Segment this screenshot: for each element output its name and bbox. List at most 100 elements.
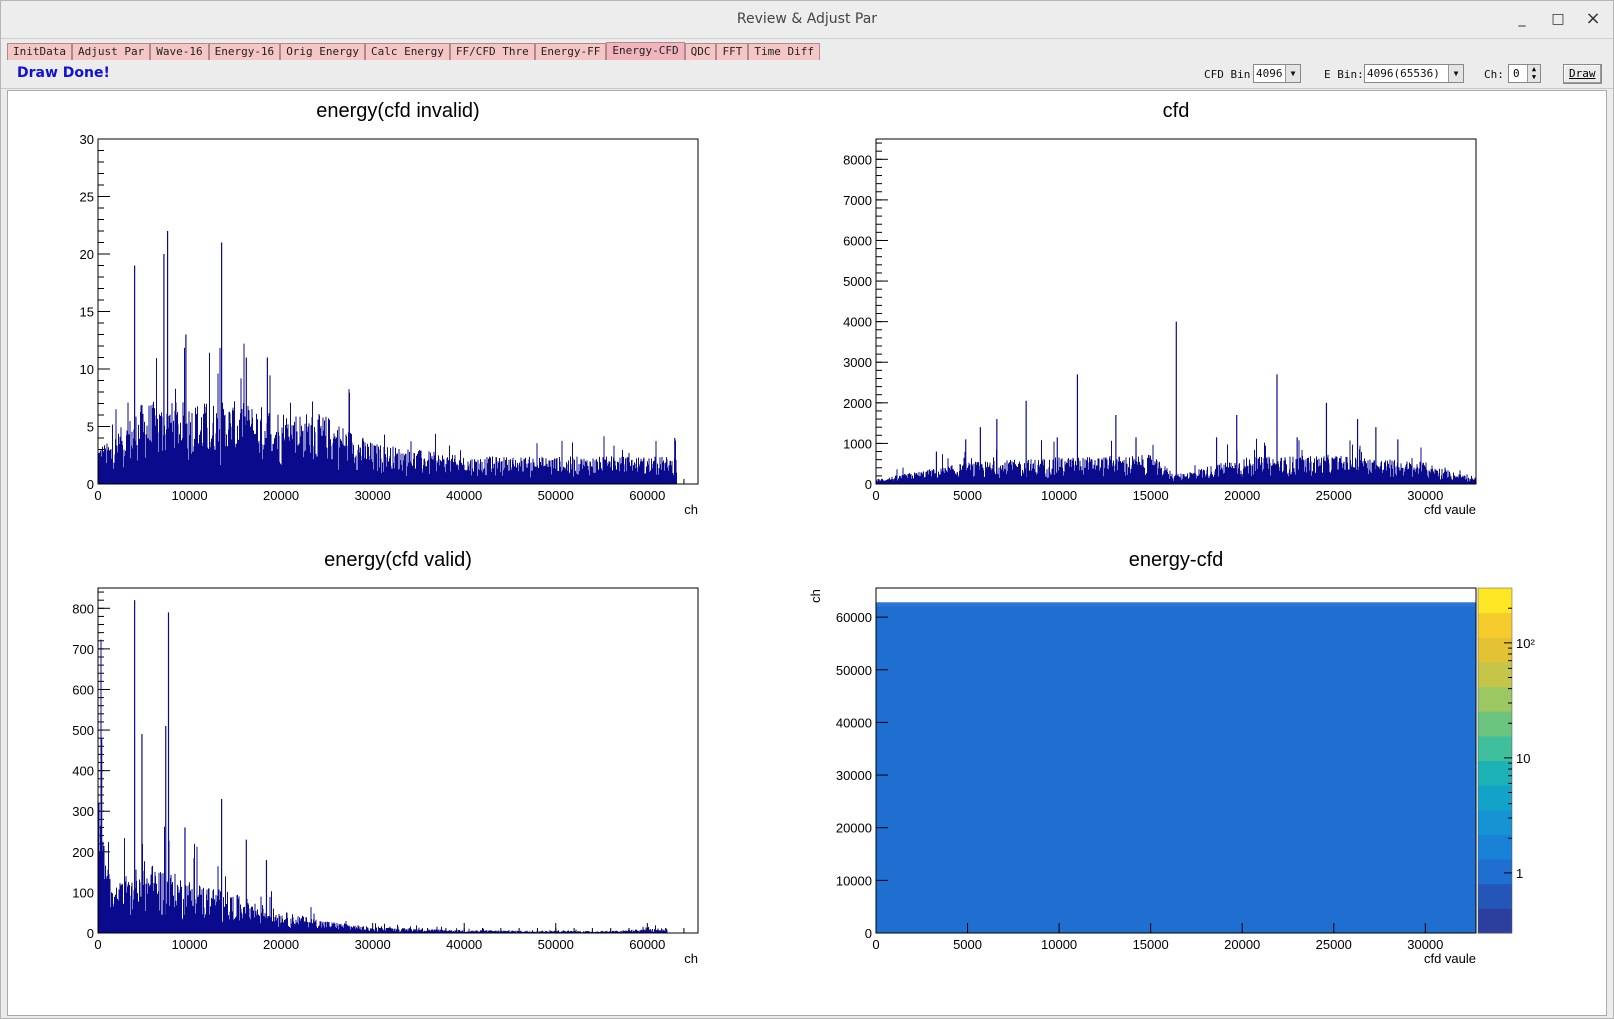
chart-title: energy(cfd valid) — [324, 549, 472, 571]
y-tick-label: 40000 — [836, 715, 872, 730]
x-tick-label: 30000 — [355, 488, 391, 503]
y-tick-label: 0 — [87, 477, 94, 492]
plot-frame — [97, 587, 699, 934]
colorbar-segment — [1478, 859, 1512, 885]
tab-wave-16[interactable]: Wave-16 — [150, 43, 209, 60]
minimize-icon[interactable]: _ — [1512, 9, 1532, 29]
heatmap-top-strip — [876, 602, 1476, 607]
ch-spinner[interactable]: 0 ▲ ▼ — [1508, 64, 1541, 83]
x-tick-label: 15000 — [1133, 937, 1169, 952]
spinner-arrows-icon[interactable]: ▲ ▼ — [1527, 65, 1540, 82]
plot-canvas[interactable]: energy(cfd invalid) 0 10000 20000 30000 40000… — [7, 90, 1607, 1016]
y-tick-label: 1000 — [843, 436, 872, 451]
x-tick-label: 5000 — [953, 937, 982, 952]
x-tick-label: 10000 — [1041, 488, 1077, 503]
colorbar-segment — [1478, 711, 1512, 737]
e-bin-select[interactable]: 4096(65536) ▼ — [1364, 64, 1464, 83]
x-tick-label: 30000 — [355, 937, 391, 952]
title-bar: Review & Adjust Par _ □ × — [1, 1, 1613, 39]
x-axis-label: ch — [684, 502, 698, 517]
chevron-down-icon[interactable]: ▼ — [1285, 65, 1300, 82]
y-axis-label: ch — [808, 589, 823, 603]
cfd-bin-select[interactable]: 4096 ▼ — [1253, 64, 1301, 83]
y-tick-label: 500 — [72, 723, 94, 738]
maximize-icon[interactable]: □ — [1548, 9, 1568, 29]
review-adjust-window: Review & Adjust Par _ □ × InitData Adjust… — [0, 0, 1614, 1019]
y-tick-label: 7000 — [843, 193, 872, 208]
x-axis-label: ch — [684, 951, 698, 966]
x-tick-label: 25000 — [1316, 488, 1352, 503]
y-tick-label: 30 — [80, 132, 94, 147]
tab-initdata[interactable]: InitData — [7, 43, 72, 60]
x-tick-label: 30000 — [1407, 937, 1443, 952]
chevron-down-icon[interactable]: ▼ — [1448, 65, 1463, 82]
x-tick-label: 10000 — [1041, 937, 1077, 952]
tab-orig-energy[interactable]: Orig Energy — [280, 43, 366, 60]
plot-frame — [97, 138, 699, 485]
y-tick-label: 3000 — [843, 355, 872, 370]
tab-ff-cfd-thre[interactable]: FF/CFD Thre — [449, 43, 535, 60]
e-bin-value: 4096(65536) — [1367, 67, 1440, 80]
toolbar: Draw Done! CFD Bin: 4096 ▼ E Bin: 4096(6… — [1, 61, 1613, 89]
y-tick-label: 60000 — [836, 610, 872, 625]
x-tick-label: 60000 — [629, 488, 665, 503]
histogram-body — [97, 343, 677, 484]
heatmap-dense-region — [876, 801, 1476, 933]
x-axis-label: cfd vaule — [1424, 502, 1476, 517]
colorbar-segment — [1478, 612, 1512, 638]
x-tick-label: 25000 — [1316, 937, 1352, 952]
histogram-2: energy(cfd valid) 0 10000 20000 30000 40000 50… — [72, 549, 699, 966]
y-tick-label: 6000 — [843, 233, 872, 248]
tab-energy-cfd[interactable]: Energy-CFD — [606, 42, 685, 60]
z-tick-label: 10² — [1516, 636, 1535, 651]
chart-title: energy-cfd — [1129, 549, 1224, 571]
tab-energy-ff[interactable]: Energy-FF — [534, 43, 607, 60]
window-title: Review & Adjust Par — [736, 11, 878, 27]
y-tick-label: 200 — [72, 845, 94, 860]
y-tick-label: 100 — [72, 885, 94, 900]
colorbar-segment — [1478, 588, 1512, 614]
x-tick-label: 20000 — [1224, 937, 1260, 952]
y-tick-label: 20000 — [836, 821, 872, 836]
ch-value: 0 — [1513, 67, 1520, 80]
x-tick-label: 50000 — [538, 937, 574, 952]
colorbar-segment — [1478, 834, 1512, 860]
x-tick-label: 20000 — [1224, 488, 1260, 503]
x-tick-label: 15000 — [1133, 488, 1169, 503]
colorbar-segment — [1478, 883, 1512, 909]
y-tick-label: 20 — [80, 247, 94, 262]
tab-calc-energy[interactable]: Calc Energy — [365, 43, 450, 60]
x-tick-label: 40000 — [446, 488, 482, 503]
heatmap-sparse-cells — [876, 602, 1476, 804]
draw-button[interactable]: Draw — [1563, 64, 1602, 84]
y-tick-label: 700 — [72, 642, 94, 657]
tab-fft[interactable]: FFT — [716, 43, 749, 60]
x-tick-label: 50000 — [538, 488, 574, 503]
x-tick-label: 20000 — [263, 937, 299, 952]
x-tick-label: 10000 — [171, 488, 207, 503]
x-tick-label: 0 — [872, 488, 879, 503]
tab-qdc[interactable]: QDC — [684, 43, 717, 60]
y-tick-label: 50000 — [836, 663, 872, 678]
e-bin-label: E Bin: — [1324, 68, 1364, 81]
tab-bar: InitData Adjust Par Wave-16 Energy-16 Orig E… — [7, 42, 820, 61]
y-tick-label: 5000 — [843, 274, 872, 289]
histogram-body — [97, 639, 668, 933]
histogram-0: energy(cfd invalid) 0 10000 20000 30000 40000… — [80, 100, 699, 517]
tab-time-diff[interactable]: Time Diff — [748, 43, 820, 60]
histogram-1: cfd 0 5000 10000 15000 20000 25000 30000 0 1000 20… — [843, 100, 1477, 517]
y-tick-label: 15 — [80, 305, 94, 320]
x-tick-label: 40000 — [446, 937, 482, 952]
tab-energy-16[interactable]: Energy-16 — [208, 43, 281, 60]
y-tick-label: 800 — [72, 601, 94, 616]
y-tick-label: 0 — [87, 926, 94, 941]
y-tick-label: 2000 — [843, 396, 872, 411]
close-icon[interactable]: × — [1583, 9, 1603, 29]
y-tick-label: 8000 — [843, 152, 872, 167]
status-message: Draw Done! — [17, 65, 110, 81]
tab-adjust-par[interactable]: Adjust Par — [71, 43, 151, 60]
y-tick-label: 4000 — [843, 315, 872, 330]
y-tick-label: 10 — [80, 362, 94, 377]
colorbar-segment — [1478, 908, 1512, 934]
y-tick-label: 30000 — [836, 768, 872, 783]
